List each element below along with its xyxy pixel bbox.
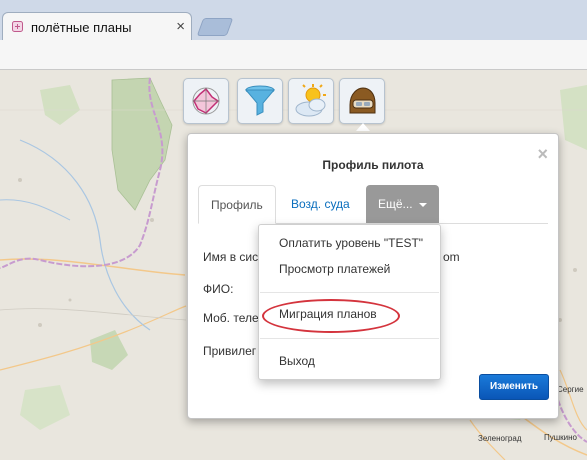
menu-item-view-payments[interactable]: Просмотр платежей bbox=[259, 262, 440, 276]
tab-more-label: Ещё... bbox=[378, 197, 413, 211]
phone-label: Моб. теле bbox=[203, 311, 259, 325]
weather-icon bbox=[295, 84, 326, 117]
tab-title: полётные планы bbox=[31, 20, 132, 35]
profile-tabs: Профиль Возд. суда Ещё... bbox=[198, 185, 548, 224]
fio-label: ФИО: bbox=[203, 282, 234, 296]
tab-aircraft[interactable]: Возд. суда bbox=[279, 185, 362, 223]
highlight-annotation bbox=[262, 299, 400, 333]
map-label-zelenograd: Зеленоград bbox=[478, 434, 522, 443]
new-tab-button[interactable] bbox=[196, 18, 234, 36]
caret-down-icon bbox=[418, 202, 427, 207]
wind-rose-button[interactable] bbox=[183, 78, 229, 124]
menu-divider bbox=[260, 338, 439, 339]
favicon-icon bbox=[12, 21, 23, 32]
pilot-helmet-icon bbox=[349, 87, 376, 114]
map-label-sergiev: Сергие bbox=[557, 385, 584, 394]
menu-divider bbox=[260, 292, 439, 293]
tab-profile[interactable]: Профиль bbox=[198, 185, 276, 224]
filter-icon bbox=[244, 85, 276, 116]
change-button[interactable]: Изменить bbox=[479, 374, 549, 400]
tab-close-icon[interactable]: × bbox=[176, 18, 185, 35]
browser-tabstrip: полётные планы × bbox=[0, 0, 587, 41]
menu-item-exit[interactable]: Выход bbox=[259, 354, 440, 368]
close-icon[interactable]: × bbox=[537, 144, 548, 165]
browser-toolbar bbox=[0, 40, 587, 70]
browser-tab[interactable]: полётные планы × bbox=[2, 12, 192, 41]
weather-button[interactable] bbox=[288, 78, 334, 124]
tab-more-dropdown[interactable]: Ещё... bbox=[366, 185, 439, 223]
privilege-label: Привилег bbox=[203, 344, 257, 358]
login-value: om bbox=[443, 250, 460, 264]
pilot-profile-button[interactable] bbox=[339, 78, 385, 124]
modal-title: Профиль пилота bbox=[322, 158, 424, 172]
wind-rose-icon bbox=[192, 87, 220, 115]
map-label-pushkino: Пушкино bbox=[544, 433, 578, 442]
filter-button[interactable] bbox=[237, 78, 283, 124]
popover-arrow bbox=[356, 123, 370, 131]
menu-item-pay-level[interactable]: Оплатить уровень "TEST" bbox=[259, 236, 440, 250]
login-label: Имя в сист bbox=[203, 250, 264, 264]
